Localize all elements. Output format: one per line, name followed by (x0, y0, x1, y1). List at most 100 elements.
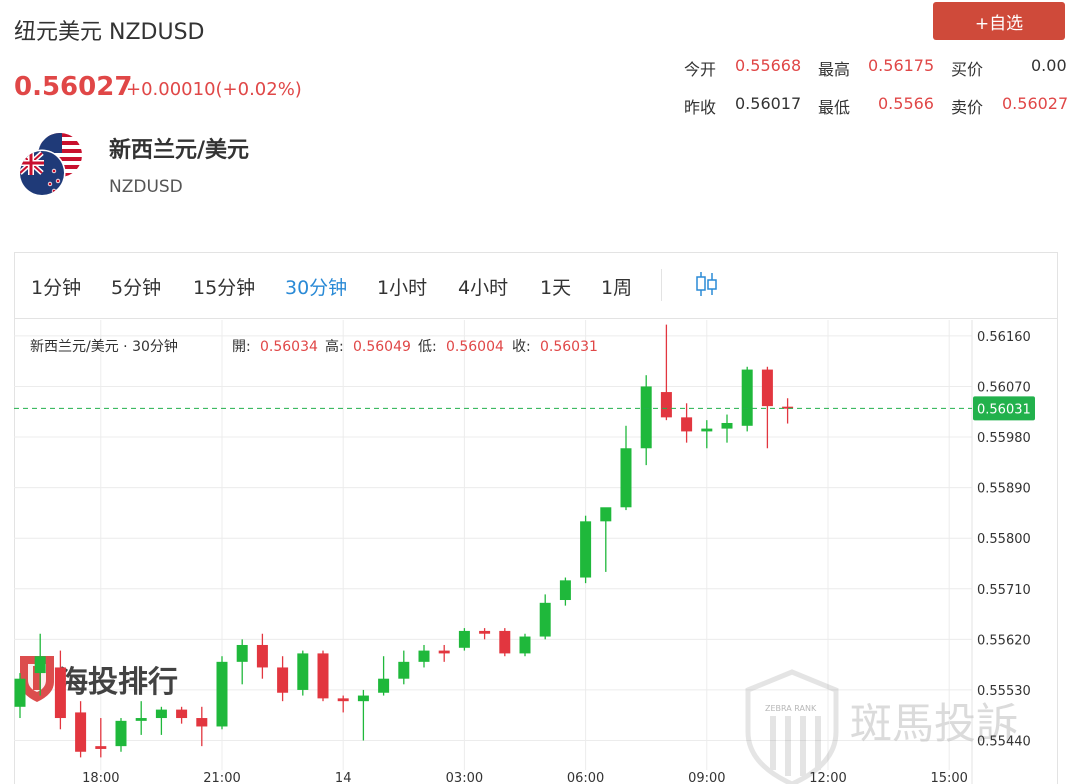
x-tick-label-6: 12:00 (809, 771, 846, 784)
candle-17 (357, 689, 369, 741)
info-close-label: 收: (512, 339, 531, 355)
candle-35 (721, 414, 733, 443)
candle-26 (539, 594, 551, 640)
x-tick-label-5: 09:00 (688, 771, 725, 784)
candle-body-6 (135, 718, 147, 721)
candle-10 (216, 656, 228, 730)
last-price-line: 0.56031 (14, 396, 1035, 421)
candle-body-36 (741, 369, 753, 426)
candle-30 (620, 425, 632, 511)
candle-5 (115, 718, 127, 752)
info-high-value: 0.56049 (353, 339, 411, 355)
candle-body-20 (418, 650, 430, 662)
candle-body-15 (317, 653, 329, 699)
x-tick-label-4: 06:00 (567, 771, 604, 784)
candle-body-31 (640, 386, 652, 449)
info-low-value: 0.56004 (446, 339, 504, 355)
x-axis: 18:00 21:00 14 03:00 06:00 09:00 12:00 15:00 (82, 771, 968, 784)
y-tick-label-5: 0.55710 (977, 583, 1031, 598)
candle-18 (378, 656, 390, 696)
watermark-left: 海投排行 (58, 665, 178, 700)
candle-body-13 (277, 667, 289, 693)
candle-23 (479, 628, 491, 640)
candle-13 (277, 656, 289, 702)
candle-body-10 (216, 661, 228, 727)
info-high-label: 高: (325, 338, 344, 355)
candle-body-5 (115, 720, 127, 747)
candle-3 (75, 701, 87, 758)
watermark-badge: ZEBRA RANK (765, 704, 817, 713)
candle-body-17 (357, 695, 369, 702)
x-tick-label-0: 18:00 (82, 771, 119, 784)
candle-4 (95, 718, 107, 758)
candle-20 (418, 644, 430, 668)
candle-body-24 (499, 630, 511, 654)
y-axis: 0.56160 0.56070 0.55980 0.55890 0.55800 0.557… (977, 330, 1031, 750)
candle-22 (458, 628, 470, 651)
candle-32 (660, 324, 672, 421)
candle-body-3 (75, 712, 87, 752)
candle-body-12 (256, 644, 268, 668)
info-close-value: 0.56031 (540, 339, 598, 355)
candle-body-30 (620, 448, 632, 508)
x-tick-label-3: 03:00 (446, 771, 483, 784)
candlestick-chart: 海投排行 ZEBRA RANK 斑馬投訴 0.56031 0.561600.56… (14, 320, 1035, 784)
candle-36 (741, 366, 753, 432)
last-price-label: 0.56031 (977, 402, 1031, 417)
y-tick-label-2: 0.55980 (977, 431, 1031, 446)
candle-0 (14, 673, 26, 719)
candle-16 (337, 695, 349, 713)
candle-body-29 (600, 507, 612, 522)
candle-body-37 (761, 369, 773, 407)
candle-15 (317, 650, 329, 702)
watermarks: 海投排行 ZEBRA RANK 斑馬投訴 (20, 656, 1018, 784)
candle-8 (176, 706, 188, 724)
candle-body-33 (681, 417, 693, 432)
y-tick-label-4: 0.55800 (977, 532, 1031, 547)
y-tick-label-0: 0.56160 (977, 330, 1031, 345)
candle-24 (499, 628, 511, 657)
candle-body-28 (580, 521, 592, 578)
candle-body-16 (337, 698, 349, 702)
candle-body-23 (479, 630, 491, 634)
candle-27 (559, 577, 571, 606)
candle-2 (54, 650, 66, 730)
y-tick-label-7: 0.55530 (977, 684, 1031, 699)
candle-body-32 (660, 392, 672, 418)
candle-25 (519, 633, 531, 657)
x-tick-label-2: 14 (335, 771, 352, 784)
candle-body-18 (378, 678, 390, 693)
y-tick-label-6: 0.55620 (977, 633, 1031, 648)
candle-21 (438, 644, 450, 662)
info-name: 新西兰元/美元 · 30分钟 (30, 338, 178, 355)
candle-body-2 (54, 667, 66, 719)
x-tick-label-7: 15:00 (930, 771, 967, 784)
candle-body-22 (458, 630, 470, 648)
info-open-label: 開: (232, 339, 251, 355)
candle-37 (761, 366, 773, 449)
candle-29 (600, 507, 612, 572)
candle-14 (297, 650, 309, 696)
candle-body-35 (721, 422, 733, 429)
y-tick-label-3: 0.55890 (977, 482, 1031, 497)
candle-body-25 (519, 636, 531, 654)
candle-19 (398, 650, 410, 685)
candle-body-11 (236, 644, 248, 662)
y-tick-label-1: 0.56070 (977, 380, 1031, 395)
candle-31 (640, 375, 652, 466)
candle-body-34 (701, 428, 713, 432)
candle-11 (236, 639, 248, 685)
candle-body-0 (14, 678, 26, 707)
candle-body-26 (539, 602, 551, 637)
candle-body-1 (34, 656, 46, 674)
candle-body-8 (176, 709, 188, 719)
candle-body-21 (438, 650, 450, 654)
candle-body-27 (559, 580, 571, 601)
candle-7 (155, 706, 167, 735)
candle-12 (256, 633, 268, 679)
candle-body-4 (95, 746, 107, 749)
candle-body-9 (196, 718, 208, 727)
ohlc-info: 新西兰元/美元 · 30分钟 開: 0.56034 高: 0.56049 低: … (30, 338, 598, 355)
candle-38 (782, 398, 794, 424)
zebra-shield-icon (745, 669, 839, 784)
